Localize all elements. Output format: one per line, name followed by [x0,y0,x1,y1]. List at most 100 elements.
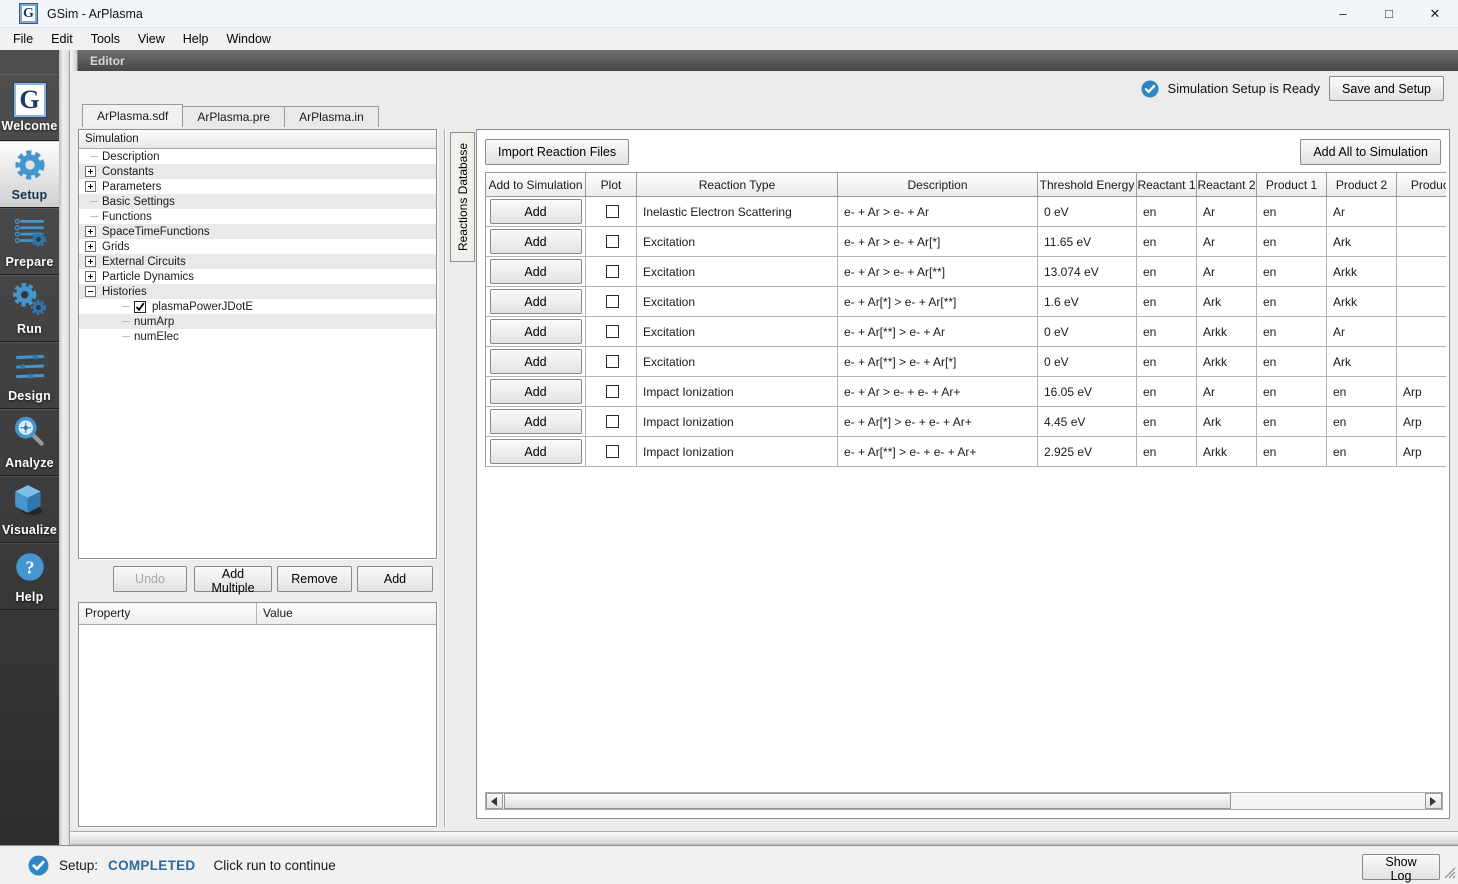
tree-item-histories[interactable]: Histories [79,284,436,299]
menu-tools[interactable]: Tools [82,30,129,48]
add-reaction-button[interactable]: Add [489,349,582,374]
reactions-database-tab[interactable]: Reactions Database [450,132,475,262]
column-header-product-1[interactable]: Product 1 [1257,173,1327,197]
add-reaction-button[interactable]: Add [489,319,582,344]
expand-icon[interactable] [85,226,96,237]
expand-icon[interactable] [85,181,96,192]
expand-icon[interactable] [85,271,96,282]
cell-description: e- + Ar[*] > e- + e- + Ar+ [838,407,1038,437]
column-header-reaction-type[interactable]: Reaction Type [637,173,838,197]
tree-item-basic-settings[interactable]: Basic Settings [79,194,436,209]
resize-grip[interactable] [1443,866,1456,882]
editor-panel: Editor Simulation Setup is Ready Save an… [70,50,1458,845]
tree-item-particle-dynamics[interactable]: Particle Dynamics [79,269,436,284]
plot-checkbox[interactable] [605,385,619,398]
scroll-left-arrow-icon[interactable] [486,793,503,809]
add-all-to-simulation-button[interactable]: Add All to Simulation [1300,139,1441,165]
add-reaction-button[interactable]: Add [489,379,582,404]
tree-item-description[interactable]: Description [79,149,436,164]
scrollbar-thumb[interactable] [504,793,1231,809]
expand-icon[interactable] [85,166,96,177]
plot-checkbox[interactable] [605,445,619,458]
sidebar-item-visualize[interactable]: Visualize [0,476,59,543]
add-reaction-button[interactable]: Add [489,289,582,314]
add-multiple-button[interactable]: Add Multiple [194,566,272,595]
plot-checkbox[interactable] [605,265,619,278]
sidebar-splitter[interactable] [59,50,70,845]
add-reaction-button[interactable]: Add [489,409,582,434]
column-header-product-3[interactable]: Product 3 [1397,173,1446,197]
menu-edit[interactable]: Edit [42,30,82,48]
cell-reactant-1: en [1137,377,1197,407]
tree-root-simulation[interactable]: Simulation [79,130,436,149]
column-header-description[interactable]: Description [838,173,1038,197]
sidebar-item-prepare[interactable]: Prepare [0,208,59,275]
sidebar-item-help[interactable]: ? Help [0,543,59,610]
menu-window[interactable]: Window [217,30,279,48]
expand-icon[interactable] [85,256,96,267]
scroll-right-arrow-icon[interactable] [1425,793,1442,809]
plot-checkbox[interactable] [605,415,619,428]
panel-grip[interactable] [70,50,78,71]
svg-text:?: ? [25,557,34,577]
tree-item-label: Constants [102,165,154,178]
close-button[interactable]: ✕ [1412,0,1458,28]
plot-checkbox[interactable] [605,295,619,308]
maximize-button[interactable]: □ [1366,0,1412,28]
cell-product-1: en [1257,257,1327,287]
column-header-reactant-1[interactable]: Reactant 1 [1137,173,1197,197]
sidebar-item-run[interactable]: Run [0,275,59,342]
undo-button[interactable]: Undo [113,566,187,592]
expand-icon[interactable] [85,241,96,252]
column-header-product-2[interactable]: Product 2 [1327,173,1397,197]
plot-checkbox[interactable] [605,325,619,338]
add-button[interactable]: Add [357,566,433,592]
bottom-splitter[interactable] [70,831,1458,845]
value-column-header[interactable]: Value [257,603,436,624]
plot-checkbox[interactable] [605,235,619,248]
show-log-button[interactable]: Show Log [1362,854,1440,883]
tree-item-grids[interactable]: Grids [79,239,436,254]
tree-item-spacetimefunctions[interactable]: SpaceTimeFunctions [79,224,436,239]
tab-arplasma-sdf[interactable]: ArPlasma.sdf [82,104,184,127]
tree-item-external-circuits[interactable]: External Circuits [79,254,436,269]
tree-item-plasmapowerjdote[interactable]: plasmaPowerJDotE [79,299,436,314]
cell-reactant-2: Ar [1197,377,1257,407]
add-reaction-button[interactable]: Add [489,439,582,464]
column-header-plot[interactable]: Plot [586,173,637,197]
column-header-reactant-2[interactable]: Reactant 2 [1197,173,1257,197]
add-reaction-button[interactable]: Add [489,199,582,224]
cell-reactant-1: en [1137,287,1197,317]
menu-view[interactable]: View [129,30,174,48]
column-header-threshold-energy[interactable]: Threshold Energy [1038,173,1137,197]
horizontal-scrollbar[interactable] [485,792,1443,810]
reaction-row: Add Impact Ionization e- + Ar > e- + e- + … [486,377,1446,407]
add-reaction-button[interactable]: Add [489,229,582,254]
tab-arplasma-in[interactable]: ArPlasma.in [284,106,379,127]
property-column-header[interactable]: Property [79,603,257,624]
collapse-icon[interactable] [85,286,96,297]
add-reaction-button[interactable]: Add [489,259,582,284]
tree-item-constants[interactable]: Constants [79,164,436,179]
tree-item-parameters[interactable]: Parameters [79,179,436,194]
tree-item-functions[interactable]: Functions [79,209,436,224]
tree-item-numelec[interactable]: numElec [79,329,436,344]
remove-button[interactable]: Remove [277,566,352,592]
history-checkbox[interactable] [134,300,146,313]
plot-checkbox[interactable] [605,205,619,218]
sidebar-item-welcome[interactable]: G Welcome [0,74,59,141]
sidebar-item-design[interactable]: Design [0,342,59,409]
menu-file[interactable]: File [4,30,42,48]
sidebar-item-setup[interactable]: Setup [0,141,59,208]
sidebar-item-analyze[interactable]: Analyze [0,409,59,476]
minimize-button[interactable]: – [1320,0,1366,28]
column-header-add-to-simulation[interactable]: Add to Simulation [486,173,586,197]
menu-help[interactable]: Help [174,30,218,48]
app-logo-icon: G [19,3,38,24]
save-and-setup-button[interactable]: Save and Setup [1329,76,1444,101]
plot-checkbox[interactable] [605,355,619,368]
tree-item-numarp[interactable]: numArp [79,314,436,329]
tab-arplasma-pre[interactable]: ArPlasma.pre [183,106,285,127]
import-reaction-files-button[interactable]: Import Reaction Files [485,139,630,165]
cell-plot [586,377,637,407]
